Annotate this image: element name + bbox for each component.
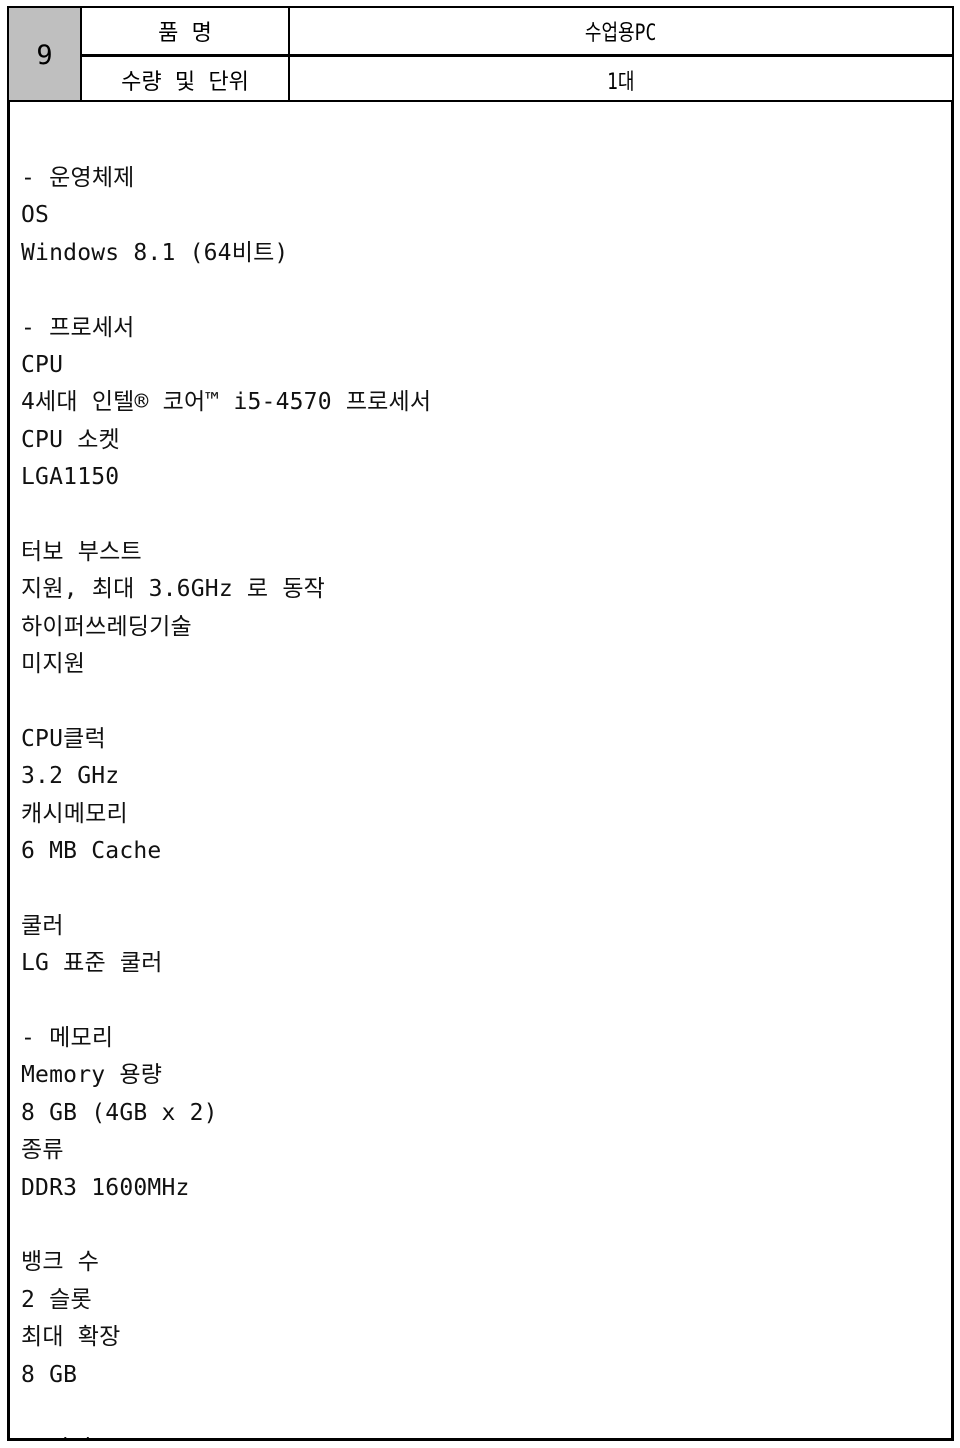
table-row-product-name: 9 품 명 수업용PC bbox=[7, 6, 954, 106]
value-product-name: 수업용PC bbox=[288, 6, 954, 57]
spec-line: 8 GB bbox=[21, 1361, 78, 1388]
spec-line: 2 슬롯 bbox=[21, 1286, 92, 1313]
spec-line: 8 GB (4GB x 2) bbox=[21, 1099, 218, 1126]
spec-line: OS bbox=[21, 202, 50, 229]
table-row-quantity: 수량 및 단위 1대 bbox=[8, 54, 954, 105]
spec-line: 쿨러 bbox=[21, 912, 64, 939]
spec-line: DDR3 1600MHz bbox=[21, 1174, 190, 1201]
spec-line: CPU bbox=[21, 351, 64, 378]
value-product-name-text: 수업용PC bbox=[585, 21, 657, 46]
item-number-cell: 9 bbox=[7, 6, 82, 106]
label-quantity-unit: 수량 및 단위 bbox=[80, 54, 290, 105]
spec-line: 3.2 GHz bbox=[21, 763, 120, 790]
spec-line: - 프로세서 bbox=[21, 314, 135, 341]
specification-body-box: - 운영체제 OS Windows 8.1 (64비트) - 프로세서 CPU 4세대 … bbox=[7, 100, 954, 1441]
spec-line-blank bbox=[21, 870, 945, 907]
spec-line: 지원, 최대 3.6GHz 로 동작 bbox=[21, 576, 326, 603]
spec-line: Memory 용량 bbox=[21, 1062, 163, 1089]
label-product-name-text: 품 명 bbox=[158, 21, 212, 46]
spec-line: - 마더보드 bbox=[21, 1431, 945, 1438]
spec-line: - 운영체제 bbox=[21, 165, 135, 191]
spec-line: CPU 소켓 bbox=[21, 426, 120, 453]
spec-line-blank bbox=[21, 497, 945, 534]
spec-line: 미지원 bbox=[21, 651, 86, 678]
document-page: 9 품 명 수업용PC 수량 및 단위 1대 - 운영체제 OS Windows 8… bbox=[0, 0, 960, 1448]
spec-line: 최대 확장 bbox=[21, 1324, 121, 1351]
spec-line-blank bbox=[21, 683, 945, 720]
spec-line-blank bbox=[21, 983, 945, 1020]
spec-line-blank bbox=[21, 1207, 945, 1244]
spec-line: 6 MB Cache bbox=[21, 838, 162, 865]
spec-line: 하이퍼쓰레딩기술 bbox=[21, 613, 192, 640]
spec-line: Windows 8.1 (64비트) bbox=[21, 239, 289, 266]
spec-line: CPU클럭 bbox=[21, 725, 106, 752]
spec-line: 뱅크 수 bbox=[21, 1249, 100, 1276]
specification-lines: - 운영체제 OS Windows 8.1 (64비트) - 프로세서 CPU 4세대 … bbox=[21, 160, 945, 1438]
spec-line-blank bbox=[21, 272, 945, 309]
label-quantity-unit-text: 수량 및 단위 bbox=[121, 70, 249, 95]
value-quantity-unit: 1대 bbox=[288, 54, 954, 105]
spec-line: LG 표준 쿨러 bbox=[21, 950, 163, 977]
spec-line: - 메모리 bbox=[21, 1024, 114, 1051]
spec-line: 터보 부스트 bbox=[21, 538, 142, 565]
spec-line: 종류 bbox=[21, 1137, 64, 1164]
spec-line-blank bbox=[21, 1394, 945, 1431]
spec-line: LGA1150 bbox=[21, 464, 120, 491]
spec-line: 캐시메모리 bbox=[21, 800, 128, 827]
spec-line: 4세대 인텔® 코어™ i5-4570 프로세서 bbox=[21, 389, 432, 416]
label-product-name: 품 명 bbox=[80, 6, 290, 57]
item-header-table: 9 품 명 수업용PC 수량 및 단위 1대 bbox=[7, 6, 954, 106]
value-quantity-unit-text: 1대 bbox=[607, 70, 635, 95]
